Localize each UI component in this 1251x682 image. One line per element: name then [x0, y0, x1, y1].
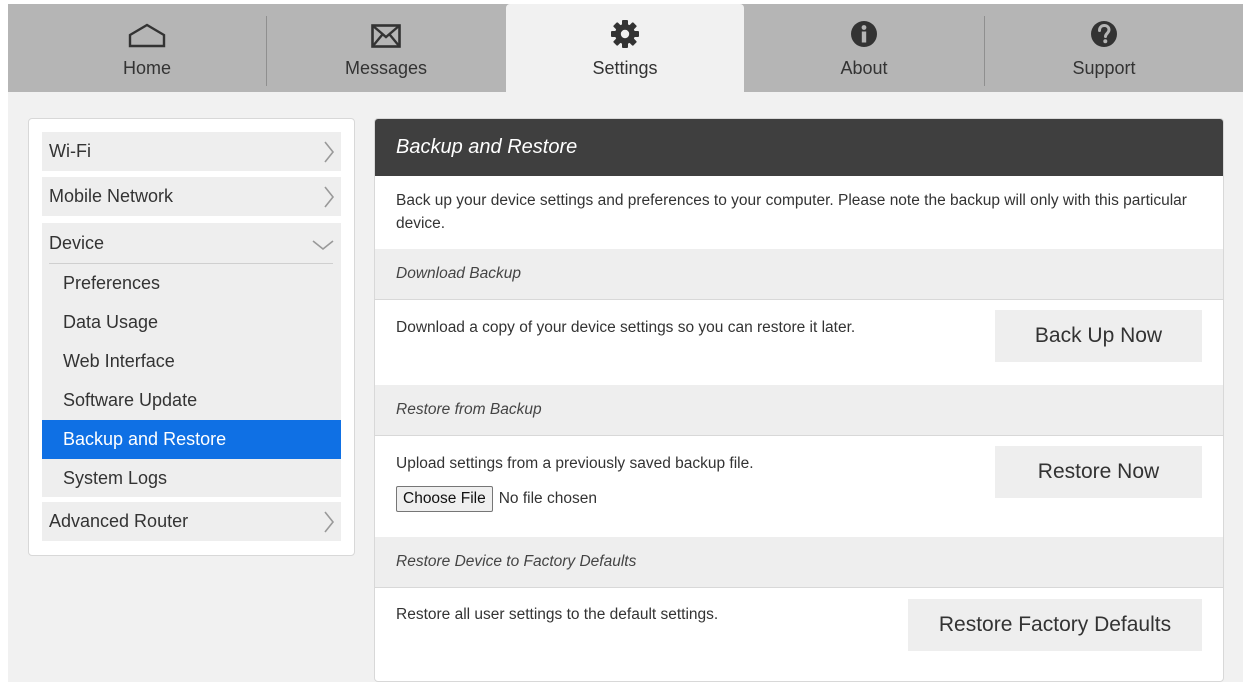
back-up-now-button[interactable]: Back Up Now	[995, 310, 1202, 362]
top-navigation: Home Messages Settings About Support	[8, 4, 1243, 92]
section-factory-defaults-heading: Restore Device to Factory Defaults	[375, 537, 1223, 588]
tab-about[interactable]: About	[745, 4, 983, 92]
help-icon	[1090, 4, 1118, 48]
sidebar-item-data-usage[interactable]: Data Usage	[42, 303, 341, 342]
choose-file-button[interactable]: Choose File	[396, 486, 493, 512]
tab-settings[interactable]: Settings	[506, 4, 744, 92]
tab-about-label: About	[840, 58, 888, 78]
restore-backup-text: Upload settings from a previously saved …	[396, 455, 754, 472]
file-picker: Choose File No file chosen	[396, 486, 597, 512]
chevron-right-icon	[323, 185, 335, 214]
backup-restore-panel: Backup and Restore Back up your device s…	[374, 118, 1224, 682]
sidebar-item-label: Wi-Fi	[49, 141, 91, 161]
sidebar-item-label: Advanced Router	[49, 511, 189, 531]
file-status: No file chosen	[498, 490, 597, 507]
tab-home-label: Home	[122, 58, 171, 78]
page-title: Backup and Restore	[375, 119, 1223, 176]
sidebar-item-preferences[interactable]: Preferences	[42, 264, 341, 303]
chevron-right-icon	[323, 510, 335, 539]
intro-text: Back up your device settings and prefere…	[396, 192, 1187, 232]
chevron-down-icon	[311, 235, 335, 256]
sidebar-item-software-update[interactable]: Software Update	[42, 381, 341, 420]
settings-sidebar: Wi-Fi Mobile Network Device Preferences …	[28, 118, 355, 556]
sidebar-item-mobile-network[interactable]: Mobile Network	[42, 177, 341, 216]
tab-support-label: Support	[1072, 58, 1136, 78]
tab-support[interactable]: Support	[985, 4, 1223, 92]
home-icon	[128, 4, 166, 48]
download-backup-text: Download a copy of your device settings …	[396, 319, 856, 336]
factory-defaults-text: Restore all user settings to the default…	[396, 606, 719, 623]
tab-settings-label: Settings	[592, 58, 658, 78]
page: Home Messages Settings About Support Wi-…	[8, 4, 1243, 682]
info-icon	[850, 4, 878, 48]
envelope-icon	[371, 4, 401, 48]
tab-messages-label: Messages	[344, 58, 428, 78]
sidebar-item-backup-and-restore[interactable]: Backup and Restore	[42, 420, 341, 459]
restore-factory-defaults-button[interactable]: Restore Factory Defaults	[908, 599, 1202, 651]
sidebar-item-label: Device	[49, 232, 105, 253]
section-download-backup-heading: Download Backup	[375, 249, 1223, 300]
section-restore-from-backup-heading: Restore from Backup	[375, 385, 1223, 436]
sidebar-item-web-interface[interactable]: Web Interface	[42, 342, 341, 381]
gear-icon	[611, 4, 639, 48]
chevron-right-icon	[323, 140, 335, 169]
sidebar-item-device[interactable]: Device	[42, 223, 341, 263]
restore-now-button[interactable]: Restore Now	[995, 446, 1202, 498]
tab-messages[interactable]: Messages	[267, 4, 505, 92]
sidebar-item-wifi[interactable]: Wi-Fi	[42, 132, 341, 171]
tab-home[interactable]: Home	[28, 4, 266, 92]
sidebar-item-system-logs[interactable]: System Logs	[42, 459, 341, 498]
sidebar-group-device: Device Preferences Data Usage Web Interf…	[42, 223, 341, 497]
sidebar-item-advanced-router[interactable]: Advanced Router	[42, 502, 341, 541]
sidebar-item-label: Mobile Network	[49, 186, 174, 206]
